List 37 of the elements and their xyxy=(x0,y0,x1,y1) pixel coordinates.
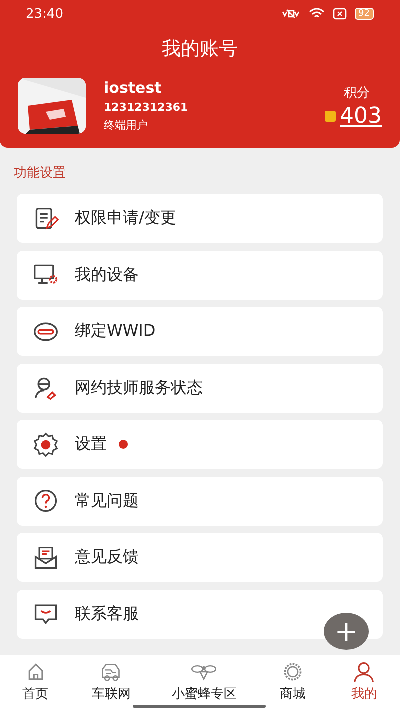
menu-label: 意见反馈 xyxy=(75,547,139,568)
menu-item[interactable]: 网约技师服务状态 xyxy=(17,364,383,412)
menu-label: 联系客服 xyxy=(75,604,139,624)
nav-tab[interactable]: 商城 xyxy=(278,655,308,711)
user-role: 终端用户 xyxy=(104,118,149,133)
section-title: 功能设置 xyxy=(13,165,67,183)
page-title: 我的账号 xyxy=(161,37,239,62)
envelope-icon xyxy=(33,544,59,570)
menu-item[interactable]: 权限申请/变更 xyxy=(17,194,383,243)
nav-tab[interactable]: 小蜜蜂专区 xyxy=(172,655,237,711)
menu-label: 绑定WWID xyxy=(75,321,156,342)
settings-icon xyxy=(33,432,59,458)
phone-number: 12312312361 xyxy=(104,101,190,114)
points-value[interactable]: 403 xyxy=(340,104,382,128)
points-label: 积分 xyxy=(344,84,370,102)
nav-tab[interactable]: 首页 xyxy=(20,655,51,711)
battery-level: 92 xyxy=(354,8,374,20)
menu-item[interactable]: 常见问题 xyxy=(17,476,383,526)
menu-item[interactable]: 设置 xyxy=(17,420,383,469)
menu-label: 常见问题 xyxy=(75,490,139,512)
menu-label: 权限申请/变更 xyxy=(75,208,176,229)
form-pencil-icon xyxy=(33,206,59,232)
menu-label: 我的设备 xyxy=(75,264,139,286)
nav-tab[interactable]: 我的 xyxy=(349,655,380,711)
status-time: 23:40 xyxy=(26,6,64,22)
question-icon xyxy=(33,488,59,514)
menu-item[interactable]: 我的设备 xyxy=(17,250,383,300)
sim-icon xyxy=(332,8,347,20)
wifi-icon xyxy=(308,8,325,20)
coin-icon xyxy=(325,110,336,122)
menu-label: 网约技师服务状态 xyxy=(75,378,203,398)
menu-item[interactable]: 意见反馈 xyxy=(17,533,383,582)
menu-item[interactable]: 绑定WWID xyxy=(17,307,383,356)
nav-tab[interactable]: 车联网 xyxy=(92,655,131,711)
menu-label: 设置 xyxy=(75,434,107,455)
person-wrench-icon xyxy=(33,375,59,401)
username: iostest xyxy=(104,79,163,97)
